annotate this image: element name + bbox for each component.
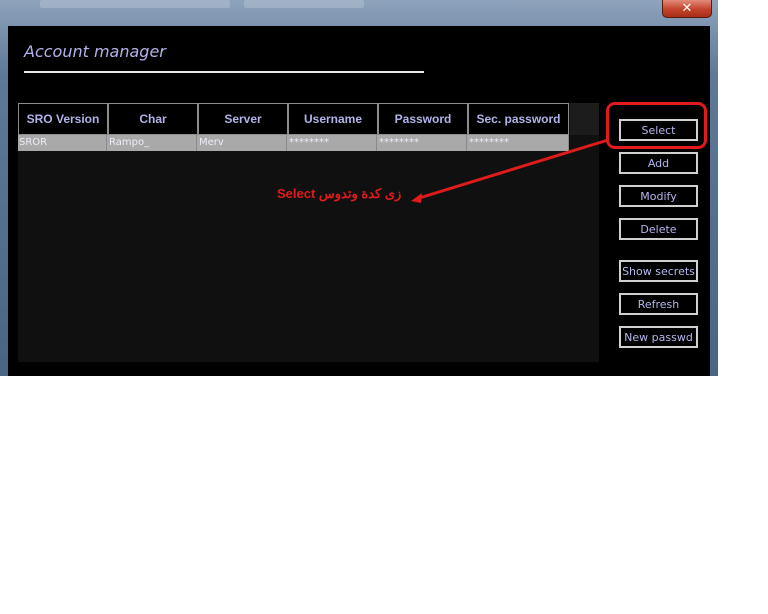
annotation-arrow-head [411, 193, 422, 203]
annotation-arrow-line [415, 138, 609, 201]
annotation-arrow [411, 138, 609, 203]
annotation-text: زى كدة وتدوس Select [277, 186, 402, 201]
